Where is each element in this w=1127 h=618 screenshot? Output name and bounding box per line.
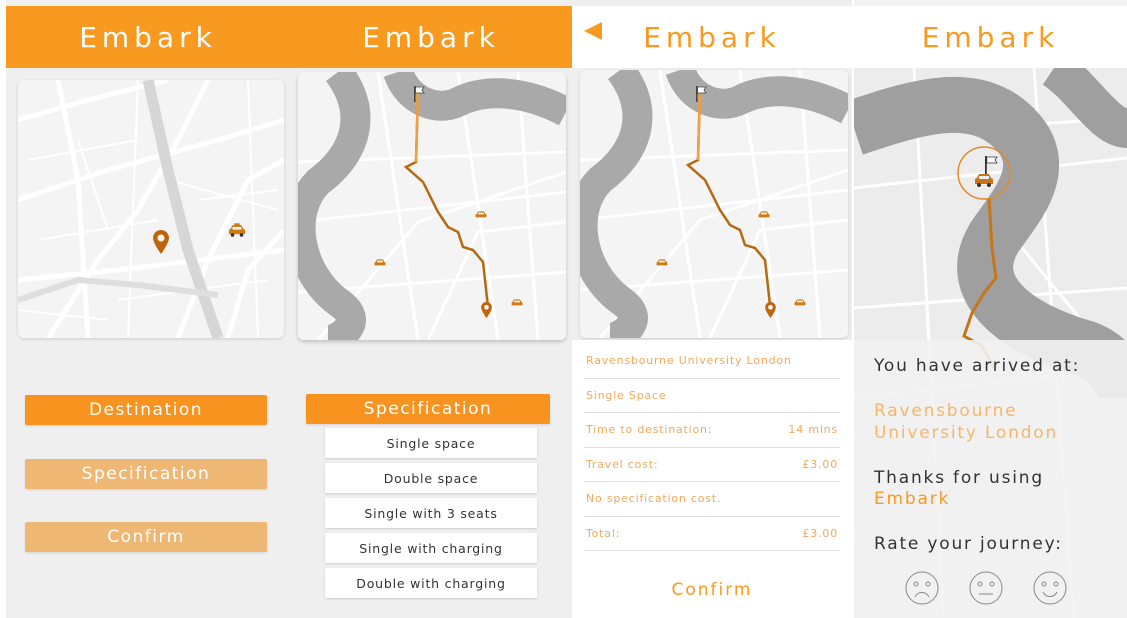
back-arrow-icon[interactable] (584, 22, 602, 40)
journey-summary: Ravensbourne University London Single Sp… (584, 344, 840, 551)
summary-value: £3.00 (802, 526, 838, 540)
taxi-icon (975, 174, 993, 187)
location-pin-icon (765, 302, 776, 318)
summary-row-space: Single Space (584, 379, 840, 413)
specification-button[interactable]: Specification (306, 394, 550, 424)
summary-label: Time to destination: (586, 423, 713, 437)
summary-value: £3.00 (802, 457, 838, 471)
map-view[interactable] (580, 70, 848, 338)
destination-name-line1: Ravensbourne (874, 401, 1018, 421)
summary-row-destination: Ravensbourne University London (584, 344, 840, 379)
summary-value: 14 mins (788, 423, 838, 437)
summary-row-cost: Travel cost: £3.00 (584, 448, 840, 482)
summary-label: Travel cost: (586, 457, 659, 471)
app-header: Embark (572, 6, 852, 68)
summary-row-time: Time to destination: 14 mins (584, 413, 840, 448)
app-header: Embark (854, 6, 1127, 68)
arrived-label: You have arrived at: (874, 356, 1081, 376)
summary-label: Ravensbourne University London (586, 354, 792, 368)
rating-faces (904, 570, 1068, 606)
option-single-charging[interactable]: Single with charging (325, 533, 537, 563)
summary-label: Total: (586, 526, 621, 540)
confirm-button[interactable]: Confirm (572, 580, 852, 600)
summary-row-total: Total: £3.00 (584, 517, 840, 551)
specification-options: Single space Double space Single with 3 … (325, 428, 537, 603)
destination-flag-icon (414, 86, 425, 102)
thanks-label: Thanks for using (874, 468, 1044, 488)
happy-face-icon[interactable] (1032, 570, 1068, 606)
sad-face-icon[interactable] (904, 570, 940, 606)
rate-label: Rate your journey: (874, 534, 1063, 554)
confirm-button[interactable]: Confirm (25, 522, 267, 552)
option-single-3-seats[interactable]: Single with 3 seats (325, 498, 537, 528)
app-header: Embark (6, 6, 290, 68)
specification-button[interactable]: Specification (25, 459, 267, 489)
app-header: Embark (290, 6, 572, 68)
taxi-icon (656, 259, 668, 266)
location-pin-icon (481, 302, 492, 318)
taxi-icon (475, 211, 487, 218)
screen-destination: Embark Destination Specification Confirm (6, 0, 290, 618)
summary-row-spec-cost: No specification cost. (584, 482, 840, 517)
option-double-charging[interactable]: Double with charging (325, 568, 537, 598)
location-pin-icon (153, 230, 169, 254)
option-double-space[interactable]: Double space (325, 463, 537, 493)
map-view[interactable] (298, 72, 566, 340)
neutral-face-icon[interactable] (968, 570, 1004, 606)
taxi-icon (511, 299, 523, 306)
destination-flag-icon (696, 86, 707, 102)
taxi-icon (374, 259, 386, 266)
screen-arrived: Embark You have arrived at: Ravensbourne… (854, 0, 1127, 618)
taxi-icon (228, 223, 246, 237)
option-single-space[interactable]: Single space (325, 428, 537, 458)
screen-confirm: Embark Ravensbourne University London Si… (572, 0, 852, 618)
destination-flag-icon (985, 156, 998, 174)
summary-label: No specification cost. (586, 492, 722, 506)
taxi-icon (758, 211, 770, 218)
destination-name-line2: University London (874, 423, 1059, 443)
taxi-icon (794, 299, 806, 306)
screen-specification: Embark Specification Single space Double… (290, 0, 572, 618)
summary-label: Single Space (586, 388, 667, 402)
destination-button[interactable]: Destination (25, 395, 267, 425)
brand-name: Embark (874, 489, 951, 509)
map-view[interactable] (18, 80, 284, 338)
